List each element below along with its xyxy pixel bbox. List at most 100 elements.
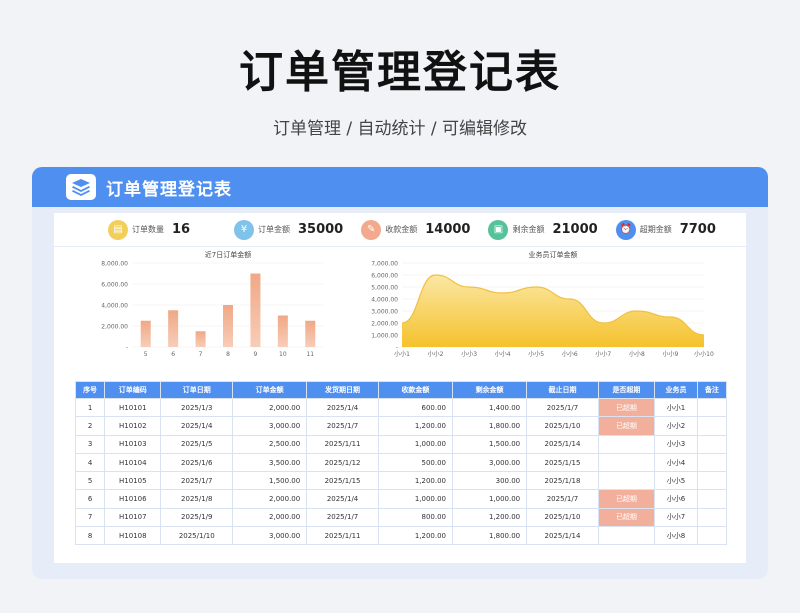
table-row[interactable]: 3 H10103 2025/1/5 2,500.00 2025/1/11 1,000.00…: [74, 434, 728, 454]
table-cell[interactable]: H10104: [104, 452, 162, 473]
column-header[interactable]: 业务员: [654, 381, 698, 399]
table-cell[interactable]: 1,200.00: [451, 507, 528, 528]
table-cell[interactable]: 3,500.00: [232, 452, 308, 473]
column-header[interactable]: 发货期日期: [306, 381, 379, 399]
table-cell[interactable]: [597, 526, 656, 546]
table-cell[interactable]: H10108: [104, 526, 162, 546]
table-cell[interactable]: [696, 416, 728, 436]
table-cell[interactable]: 4: [74, 452, 106, 473]
table-cell[interactable]: 1,500.00: [451, 434, 528, 454]
table-cell[interactable]: H10106: [104, 489, 162, 509]
table-cell[interactable]: 2025/1/7: [526, 489, 599, 509]
table-cell[interactable]: 2025/1/12: [306, 452, 379, 473]
table-cell[interactable]: 2,000.00: [232, 397, 308, 418]
table-cell[interactable]: H10102: [104, 416, 162, 436]
column-header[interactable]: 是否超期: [597, 381, 656, 399]
table-cell[interactable]: 8: [74, 526, 106, 546]
table-cell[interactable]: 2025/1/11: [306, 526, 379, 546]
table-cell[interactable]: 1,200.00: [377, 526, 454, 546]
table-cell[interactable]: 1,200.00: [377, 416, 454, 436]
table-cell[interactable]: 已超期: [597, 397, 656, 418]
table-cell[interactable]: 已超期: [597, 489, 656, 509]
table-cell[interactable]: H10105: [104, 471, 162, 491]
table-cell[interactable]: 小小5: [654, 471, 698, 491]
table-cell[interactable]: 小小4: [654, 452, 698, 473]
column-header[interactable]: 序号: [74, 381, 106, 399]
table-row[interactable]: 5 H10105 2025/1/7 1,500.00 2025/1/15 1,200.00…: [74, 471, 728, 491]
table-cell[interactable]: 2025/1/6: [160, 452, 234, 473]
table-cell[interactable]: 小小7: [654, 507, 698, 528]
table-cell[interactable]: [597, 434, 656, 454]
column-header[interactable]: 收款金额: [377, 381, 454, 399]
table-row[interactable]: 2 H10102 2025/1/4 3,000.00 2025/1/7 1,200.00 1…: [74, 416, 728, 436]
table-cell[interactable]: 1,800.00: [451, 416, 528, 436]
table-cell[interactable]: 2025/1/5: [160, 434, 234, 454]
table-cell[interactable]: [696, 471, 728, 491]
table-cell[interactable]: 2025/1/8: [160, 489, 234, 509]
table-cell[interactable]: 2,000.00: [232, 489, 308, 509]
table-cell[interactable]: 2025/1/18: [526, 471, 599, 491]
table-row[interactable]: 8 H10108 2025/1/10 3,000.00 2025/1/11 1,200.0…: [74, 526, 728, 546]
table-cell[interactable]: 3,000.00: [451, 452, 528, 473]
table-row[interactable]: 6 H10106 2025/1/8 2,000.00 2025/1/4 1,000.00 1…: [74, 489, 728, 509]
table-cell[interactable]: [696, 507, 728, 528]
table-cell[interactable]: [696, 452, 728, 473]
table-cell[interactable]: 3,000.00: [232, 526, 308, 546]
table-row[interactable]: 7 H10107 2025/1/9 2,000.00 2025/1/7 800.00 1,2…: [74, 507, 728, 528]
table-cell[interactable]: 2025/1/11: [306, 434, 379, 454]
column-header[interactable]: 订单编码: [104, 381, 162, 399]
table-cell[interactable]: 小小3: [654, 434, 698, 454]
table-row[interactable]: 4 H10104 2025/1/6 3,500.00 2025/1/12 500.00 3,…: [74, 452, 728, 473]
table-cell[interactable]: [696, 434, 728, 454]
table-cell[interactable]: H10101: [104, 397, 162, 418]
table-cell[interactable]: 1,200.00: [377, 471, 454, 491]
table-cell[interactable]: 2025/1/7: [306, 507, 379, 528]
table-cell[interactable]: 1,000.00: [377, 489, 454, 509]
table-cell[interactable]: 1,000.00: [377, 434, 454, 454]
table-cell[interactable]: 600.00: [377, 397, 454, 418]
column-header[interactable]: 订单日期: [160, 381, 234, 399]
table-cell[interactable]: 2025/1/15: [306, 471, 379, 491]
table-cell[interactable]: 小小1: [654, 397, 698, 418]
table-cell[interactable]: 2025/1/7: [160, 471, 234, 491]
table-cell[interactable]: 2025/1/10: [526, 507, 599, 528]
table-cell[interactable]: 2025/1/10: [526, 416, 599, 436]
table-cell[interactable]: 2025/1/7: [526, 397, 599, 418]
table-cell[interactable]: 300.00: [451, 471, 528, 491]
table-cell[interactable]: 2025/1/7: [306, 416, 379, 436]
table-cell[interactable]: 1,500.00: [232, 471, 308, 491]
table-cell[interactable]: 1,400.00: [451, 397, 528, 418]
table-cell[interactable]: 2025/1/14: [526, 526, 599, 546]
column-header[interactable]: 备注: [696, 381, 728, 399]
table-cell[interactable]: 1,000.00: [451, 489, 528, 509]
table-cell[interactable]: 6: [74, 489, 106, 509]
table-cell[interactable]: 5: [74, 471, 106, 491]
table-cell[interactable]: 3: [74, 434, 106, 454]
table-cell[interactable]: 已超期: [597, 416, 656, 436]
table-cell[interactable]: 小小6: [654, 489, 698, 509]
table-cell[interactable]: H10103: [104, 434, 162, 454]
table-cell[interactable]: 2025/1/3: [160, 397, 234, 418]
table-cell[interactable]: 800.00: [377, 507, 454, 528]
table-cell[interactable]: 2025/1/4: [306, 489, 379, 509]
table-cell[interactable]: 小小8: [654, 526, 698, 546]
table-cell[interactable]: [696, 489, 728, 509]
table-cell[interactable]: 7: [74, 507, 106, 528]
table-cell[interactable]: 3,000.00: [232, 416, 308, 436]
table-cell[interactable]: 2025/1/9: [160, 507, 234, 528]
table-cell[interactable]: [696, 526, 728, 546]
table-cell[interactable]: 500.00: [377, 452, 454, 473]
table-cell[interactable]: 1,800.00: [451, 526, 528, 546]
table-cell[interactable]: [597, 452, 656, 473]
table-cell[interactable]: [597, 471, 656, 491]
table-cell[interactable]: 2025/1/15: [526, 452, 599, 473]
table-row[interactable]: 1 H10101 2025/1/3 2,000.00 2025/1/4 600.00 1,4…: [74, 397, 728, 418]
column-header[interactable]: 订单金额: [232, 381, 308, 399]
table-cell[interactable]: 2,500.00: [232, 434, 308, 454]
table-cell[interactable]: 2025/1/10: [160, 526, 234, 546]
column-header[interactable]: 截止日期: [526, 381, 599, 399]
table-cell[interactable]: 2025/1/4: [160, 416, 234, 436]
table-cell[interactable]: 1: [74, 397, 106, 418]
table-cell[interactable]: 2: [74, 416, 106, 436]
table-cell[interactable]: 2,000.00: [232, 507, 308, 528]
